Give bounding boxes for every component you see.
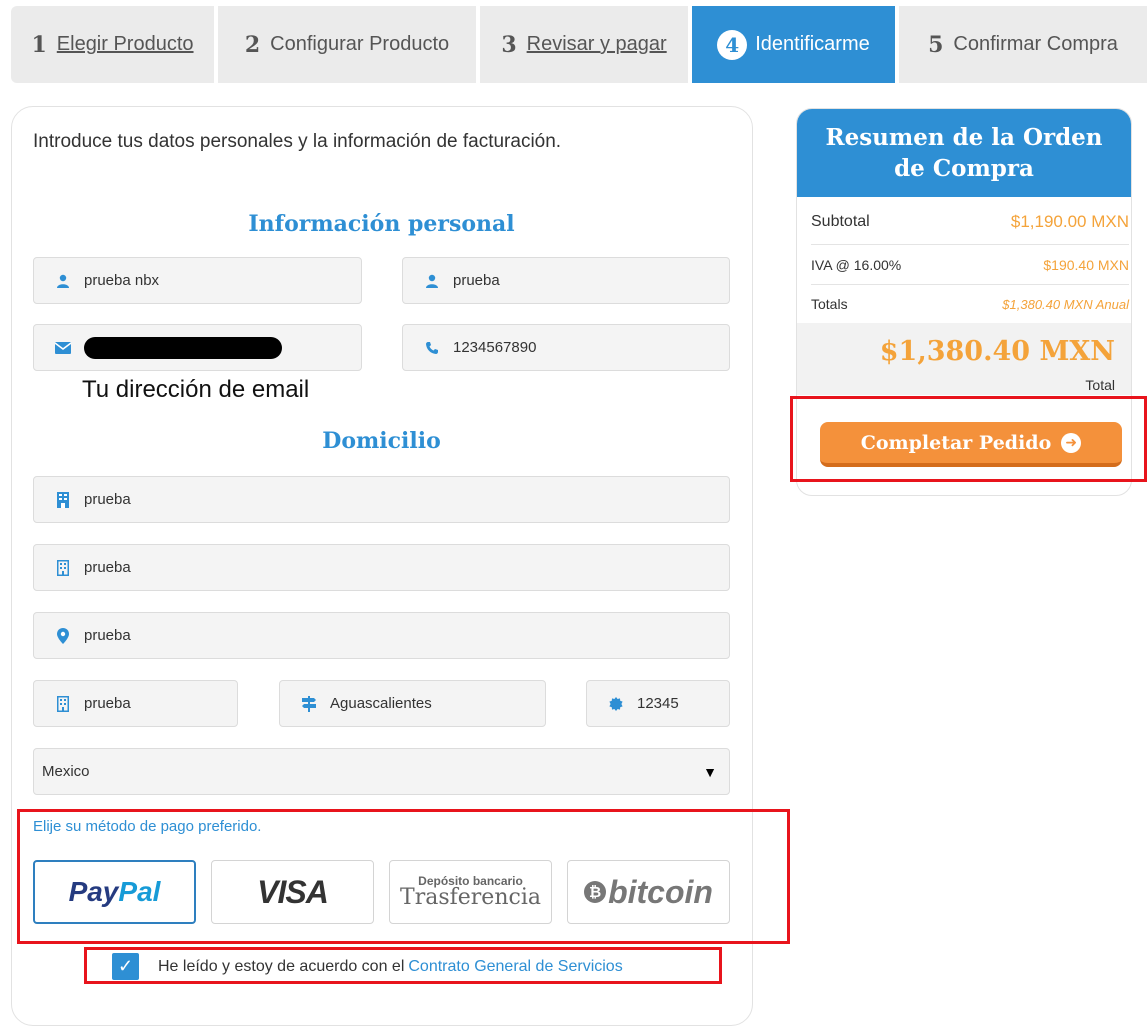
payment-visa-option[interactable]: VISA xyxy=(211,860,374,924)
totals-label: Totals xyxy=(811,296,848,312)
step-elegir-producto[interactable]: 1 Elegir Producto xyxy=(11,6,218,83)
tax-label: IVA @ 16.00% xyxy=(811,256,902,273)
state-field[interactable]: Aguascalientes xyxy=(279,680,546,727)
address2-value: prueba xyxy=(84,627,131,644)
step-revisar-y-pagar[interactable]: 3 Revisar y pagar xyxy=(480,6,692,83)
company-value: prueba xyxy=(84,491,131,508)
payment-method-label: Elije su método de pago preferido. xyxy=(33,818,262,835)
country-select[interactable]: Mexico ▼ xyxy=(33,748,730,795)
last-name-field[interactable]: prueba xyxy=(402,257,730,304)
step-label: Configurar Producto xyxy=(270,33,450,55)
tax-value: $190.40 MXN xyxy=(1043,256,1129,273)
first-name-value: prueba nbx xyxy=(84,272,160,289)
bitcoin-icon: ₿ xyxy=(584,881,607,903)
step-label: Confirmar Compra xyxy=(953,33,1118,55)
address2-field[interactable]: prueba xyxy=(33,612,730,659)
map-marker-icon xyxy=(54,627,72,645)
building-icon xyxy=(54,491,72,509)
phone-value: 1234567890 xyxy=(453,339,537,356)
company-field[interactable]: prueba xyxy=(33,476,730,523)
bitcoin-logo: ₿ bitcoin xyxy=(584,874,713,911)
postcode-value: 12345 xyxy=(637,695,679,712)
check-icon: ✓ xyxy=(117,956,134,976)
building-icon xyxy=(54,695,72,713)
personal-info-title: Información personal xyxy=(248,211,515,237)
email-redacted xyxy=(84,336,282,359)
order-summary-title: Resumen de la Orden de Compra xyxy=(797,109,1131,197)
step-identificarme: 4 Identificarme xyxy=(692,6,899,83)
country-value: Mexico xyxy=(42,763,90,780)
step-number: 3 xyxy=(501,31,517,58)
step-number: 2 xyxy=(244,31,261,58)
signpost-icon xyxy=(300,695,318,713)
terms-agreement: ✓ He leído y estoy de acuerdo con el Con… xyxy=(112,953,623,980)
first-name-field[interactable]: prueba nbx xyxy=(33,257,362,304)
subtotal-value: $1,190.00 MXN xyxy=(1010,211,1129,231)
postcode-field[interactable]: 12345 xyxy=(586,680,730,727)
arrow-circle-right-icon: ➜ xyxy=(1061,432,1082,453)
email-field[interactable] xyxy=(33,324,362,371)
address-title: Domicilio xyxy=(322,428,441,454)
terms-checkbox[interactable]: ✓ xyxy=(112,953,139,980)
visa-logo: VISA xyxy=(257,873,329,910)
paypal-logo: PayPal xyxy=(68,876,161,907)
envelope-icon xyxy=(54,339,72,357)
bank-transfer-logo: Depósito bancario Trasferencia xyxy=(400,875,541,909)
checkout-steps: 1 Elegir Producto 2 Configurar Producto … xyxy=(11,6,1147,83)
user-icon xyxy=(423,272,441,290)
subtotal-label: Subtotal xyxy=(811,212,870,230)
email-caption: Tu dirección de email xyxy=(82,376,310,403)
step-label: Identificarme xyxy=(755,33,870,55)
user-icon xyxy=(54,272,72,290)
step-label[interactable]: Revisar y pagar xyxy=(527,33,667,56)
complete-order-button[interactable]: Completar Pedido ➜ xyxy=(820,422,1122,467)
step-label[interactable]: Elegir Producto xyxy=(57,33,194,56)
address1-value: prueba xyxy=(84,559,131,576)
step-number: 4 xyxy=(717,29,748,60)
complete-order-label: Completar Pedido xyxy=(860,431,1052,454)
state-value: Aguascalientes xyxy=(330,695,432,712)
step-confirmar-compra: 5 Confirmar Compra xyxy=(899,6,1147,83)
step-configurar-producto: 2 Configurar Producto xyxy=(218,6,480,83)
terms-text: He leído y estoy de acuerdo con el xyxy=(158,957,405,975)
phone-field[interactable]: 1234567890 xyxy=(402,324,730,371)
terms-link[interactable]: Contrato General de Servicios xyxy=(408,958,622,976)
totals-row: Totals $1,380.40 MXN Anual xyxy=(811,285,1129,323)
step-number: 5 xyxy=(928,31,944,58)
city-value: prueba xyxy=(84,695,131,712)
tax-row: IVA @ 16.00% $190.40 MXN xyxy=(811,245,1129,285)
last-name-value: prueba xyxy=(453,272,500,289)
caret-down-icon: ▼ xyxy=(703,763,717,780)
city-field[interactable]: prueba xyxy=(33,680,238,727)
bank-transfer-line2: Trasferencia xyxy=(400,885,541,910)
total-label: Total xyxy=(1085,377,1115,393)
subtotal-row: Subtotal $1,190.00 MXN xyxy=(811,199,1129,245)
building-icon xyxy=(54,559,72,577)
certificate-icon xyxy=(607,695,625,713)
totals-value: $1,380.40 MXN Anual xyxy=(1002,296,1129,312)
form-intro: Introduce tus datos personales y la info… xyxy=(33,131,562,152)
total-amount: $1,380.40 MXN xyxy=(879,336,1115,367)
step-number: 1 xyxy=(31,31,47,58)
payment-paypal-option[interactable]: PayPal xyxy=(33,860,196,924)
payment-bank-transfer-option[interactable]: Depósito bancario Trasferencia xyxy=(389,860,552,924)
phone-icon xyxy=(423,339,441,357)
address1-field[interactable]: prueba xyxy=(33,544,730,591)
payment-bitcoin-option[interactable]: ₿ bitcoin xyxy=(567,860,730,924)
